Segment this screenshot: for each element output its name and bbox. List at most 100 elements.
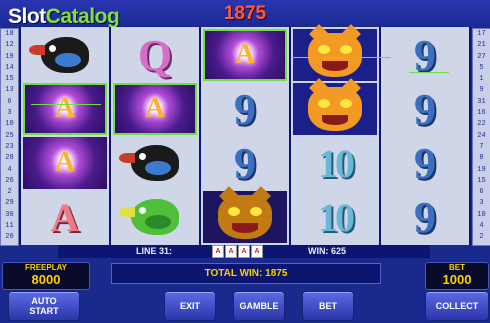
payline-number: 6 <box>479 188 484 197</box>
collect-button[interactable]: COLLECT <box>425 291 489 321</box>
cat-symbol <box>293 24 377 81</box>
payline-number: 13 <box>5 86 14 95</box>
bird-eye <box>49 45 56 52</box>
credit-display: 1875 <box>223 3 267 24</box>
payline-number: 26 <box>5 176 14 185</box>
total-win-display: TOTAL WIN: 1875 <box>111 263 381 284</box>
freeplay-value: 8000 <box>31 272 61 287</box>
symbol-glyph: 9 <box>234 138 256 188</box>
cat-eye <box>228 207 240 216</box>
cat-ear <box>309 24 329 44</box>
star-ace-glyph: A <box>54 147 76 178</box>
payline-number: 1 <box>479 75 484 84</box>
toucan-icon <box>119 145 179 181</box>
ten-symbol: 10 <box>293 191 377 243</box>
payline-number: 2 <box>479 233 484 242</box>
payline-number: 18 <box>5 30 14 38</box>
payline-number: 19 <box>5 52 14 61</box>
bird-beak <box>29 45 45 55</box>
cat-ear <box>341 24 361 44</box>
payline-segment <box>291 57 391 58</box>
payline-segment <box>31 104 101 105</box>
bird-wing <box>55 53 81 67</box>
reel-1: AAA <box>21 27 109 245</box>
payline-number: 3 <box>479 199 484 208</box>
payline-number: 15 <box>477 176 486 185</box>
reel-3: A 99 <box>201 27 289 245</box>
payline-number: 29 <box>5 199 14 208</box>
nine-symbol: 9 <box>383 83 467 135</box>
gamble-button[interactable]: GAMBLE <box>233 291 285 321</box>
ace-card-icon: A <box>212 245 224 258</box>
payline-number: 22 <box>477 120 486 129</box>
cat-dark-symbol <box>203 186 287 243</box>
bird-black-symbol <box>23 29 107 81</box>
cat-ear <box>219 186 239 206</box>
auto-start-label-1: AUTO <box>31 296 57 306</box>
payline-number: 5 <box>479 63 484 72</box>
payline-number: 6 <box>7 97 12 106</box>
bird-beak <box>119 153 135 163</box>
payline-numbers-left: 18 12 19 14 15 13 6 3 10 25 23 28 4 26 2 29 30 11 20 <box>0 28 19 246</box>
symbol-glyph: Q <box>137 30 173 80</box>
reel-2: QA <box>111 27 199 245</box>
cat-eye <box>250 207 262 216</box>
bird-green-symbol <box>113 191 197 243</box>
payline-number: 28 <box>5 154 14 163</box>
payline-segment <box>409 72 449 73</box>
nine-symbol: 9 <box>203 83 287 135</box>
letter-symbol: A <box>23 191 107 243</box>
payline-number: 8 <box>479 154 484 163</box>
freeplay-panel: FREEPLAY 8000 <box>2 262 90 290</box>
symbol-glyph: 9 <box>414 192 436 242</box>
top-bar: SlotCatalog 1875 <box>0 0 490 28</box>
bet-panel: BET 1000 <box>425 262 489 290</box>
bird-wing <box>145 215 171 229</box>
star-ace-symbol: A <box>203 29 287 81</box>
payline-number: 10 <box>5 120 14 129</box>
cat-icon <box>218 186 272 239</box>
auto-start-button[interactable]: AUTO START <box>8 291 80 321</box>
payline-number: 24 <box>477 131 486 140</box>
auto-start-label-2: START <box>29 306 59 316</box>
bird-wing <box>145 161 171 175</box>
cat-eye <box>340 45 352 54</box>
bird-beak <box>119 207 135 217</box>
bird-black-symbol <box>113 137 197 189</box>
symbol-glyph: 9 <box>414 84 436 134</box>
symbol-glyph: 9 <box>234 84 256 134</box>
nine-symbol: 9 <box>383 29 467 81</box>
payline-number: 11 <box>5 222 14 231</box>
payline-number: 7 <box>479 142 484 151</box>
payline-number: 9 <box>479 86 484 95</box>
line-win: WIN: 625 <box>308 246 347 256</box>
cat-mouth <box>232 223 258 233</box>
payline-number: 4 <box>479 222 484 231</box>
cat-icon <box>308 78 362 131</box>
line-label: LINE 31: <box>136 246 173 256</box>
reels-area: A A A Q A A 9 9 10 10 9 9 9 9 <box>19 24 471 245</box>
payline-number: 16 <box>477 109 486 118</box>
win-info-bar: LINE 31: AAAA WIN: 625 <box>58 245 430 258</box>
cat-mouth <box>322 115 348 125</box>
payline-number: 25 <box>5 131 14 140</box>
payline-number: 17 <box>477 30 486 38</box>
symbol-glyph: 9 <box>414 138 436 188</box>
winning-symbols: AAAA <box>212 245 263 258</box>
payline-number: 19 <box>477 165 486 174</box>
payline-numbers-right: 17 21 27 5 1 9 31 16 22 24 7 8 19 15 6 3 10 4 2 <box>472 28 490 246</box>
cat-ear <box>309 78 329 98</box>
payline-number: 27 <box>477 52 486 61</box>
green-bird-icon <box>119 199 179 235</box>
nine-symbol: 9 <box>383 191 467 243</box>
cat-eye <box>318 99 330 108</box>
bet-button[interactable]: BET <box>302 291 354 321</box>
star-ace-symbol: A <box>23 83 107 135</box>
payline-number: 14 <box>5 63 14 72</box>
exit-button[interactable]: EXIT <box>164 291 216 321</box>
cat-icon <box>308 24 362 77</box>
symbol-glyph: 10 <box>318 194 355 240</box>
payline-number: 15 <box>5 75 14 84</box>
cat-eye <box>318 45 330 54</box>
cat-symbol <box>293 78 377 135</box>
